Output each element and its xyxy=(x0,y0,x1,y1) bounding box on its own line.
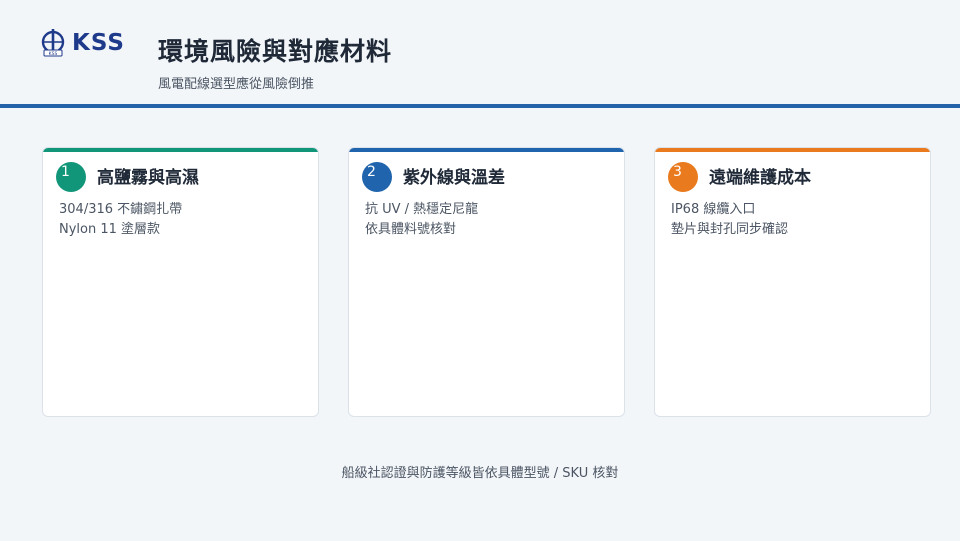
card-title: 高鹽霧與高濕 xyxy=(97,168,199,188)
card-accent-bar xyxy=(349,148,624,152)
card-number-badge: 3 xyxy=(668,162,698,192)
logo-wordmark: KSS xyxy=(72,30,125,56)
header-divider xyxy=(0,104,960,108)
risk-card-uv-temperature: 2 紫外線與溫差 抗 UV / 熱穩定尼龍 依具體料號核對 xyxy=(348,147,625,417)
slide-header: KSS KSS 環境風險與對應材料 風電配線選型應從風險倒推 xyxy=(0,0,960,104)
card-body: 304/316 不鏽鋼扎帶 Nylon 11 塗層款 xyxy=(59,200,182,240)
card-title: 紫外線與溫差 xyxy=(403,168,505,188)
svg-text:KSS: KSS xyxy=(49,51,58,57)
card-body: 抗 UV / 熱穩定尼龍 依具體料號核對 xyxy=(365,200,478,240)
kss-emblem-icon: KSS xyxy=(41,29,65,57)
page-subtitle: 風電配線選型應從風險倒推 xyxy=(158,77,315,92)
card-title: 遠端維護成本 xyxy=(709,168,811,188)
footer-note: 船級社認證與防護等級皆依具體型號 / SKU 核對 xyxy=(341,466,619,481)
card-line: 304/316 不鏽鋼扎帶 xyxy=(59,202,183,217)
card-line: IP68 線纜入口 xyxy=(671,202,756,217)
card-line: 依具體料號核對 xyxy=(365,222,457,237)
card-accent-bar xyxy=(655,148,930,152)
card-number-badge: 2 xyxy=(362,162,392,192)
card-line: 抗 UV / 熱穩定尼龍 xyxy=(365,202,479,217)
kss-logo: KSS KSS xyxy=(40,28,125,58)
card-accent-bar xyxy=(43,148,318,152)
page-title: 環境風險與對應材料 xyxy=(158,37,393,66)
risk-card-maintenance-cost: 3 遠端維護成本 IP68 線纜入口 墊片與封孔同步確認 xyxy=(654,147,931,417)
card-line: Nylon 11 塗層款 xyxy=(59,222,161,237)
card-body: IP68 線纜入口 墊片與封孔同步確認 xyxy=(671,200,788,240)
risk-card-salt-humidity: 1 高鹽霧與高濕 304/316 不鏽鋼扎帶 Nylon 11 塗層款 xyxy=(42,147,319,417)
card-line: 墊片與封孔同步確認 xyxy=(671,222,789,237)
card-number-badge: 1 xyxy=(56,162,86,192)
